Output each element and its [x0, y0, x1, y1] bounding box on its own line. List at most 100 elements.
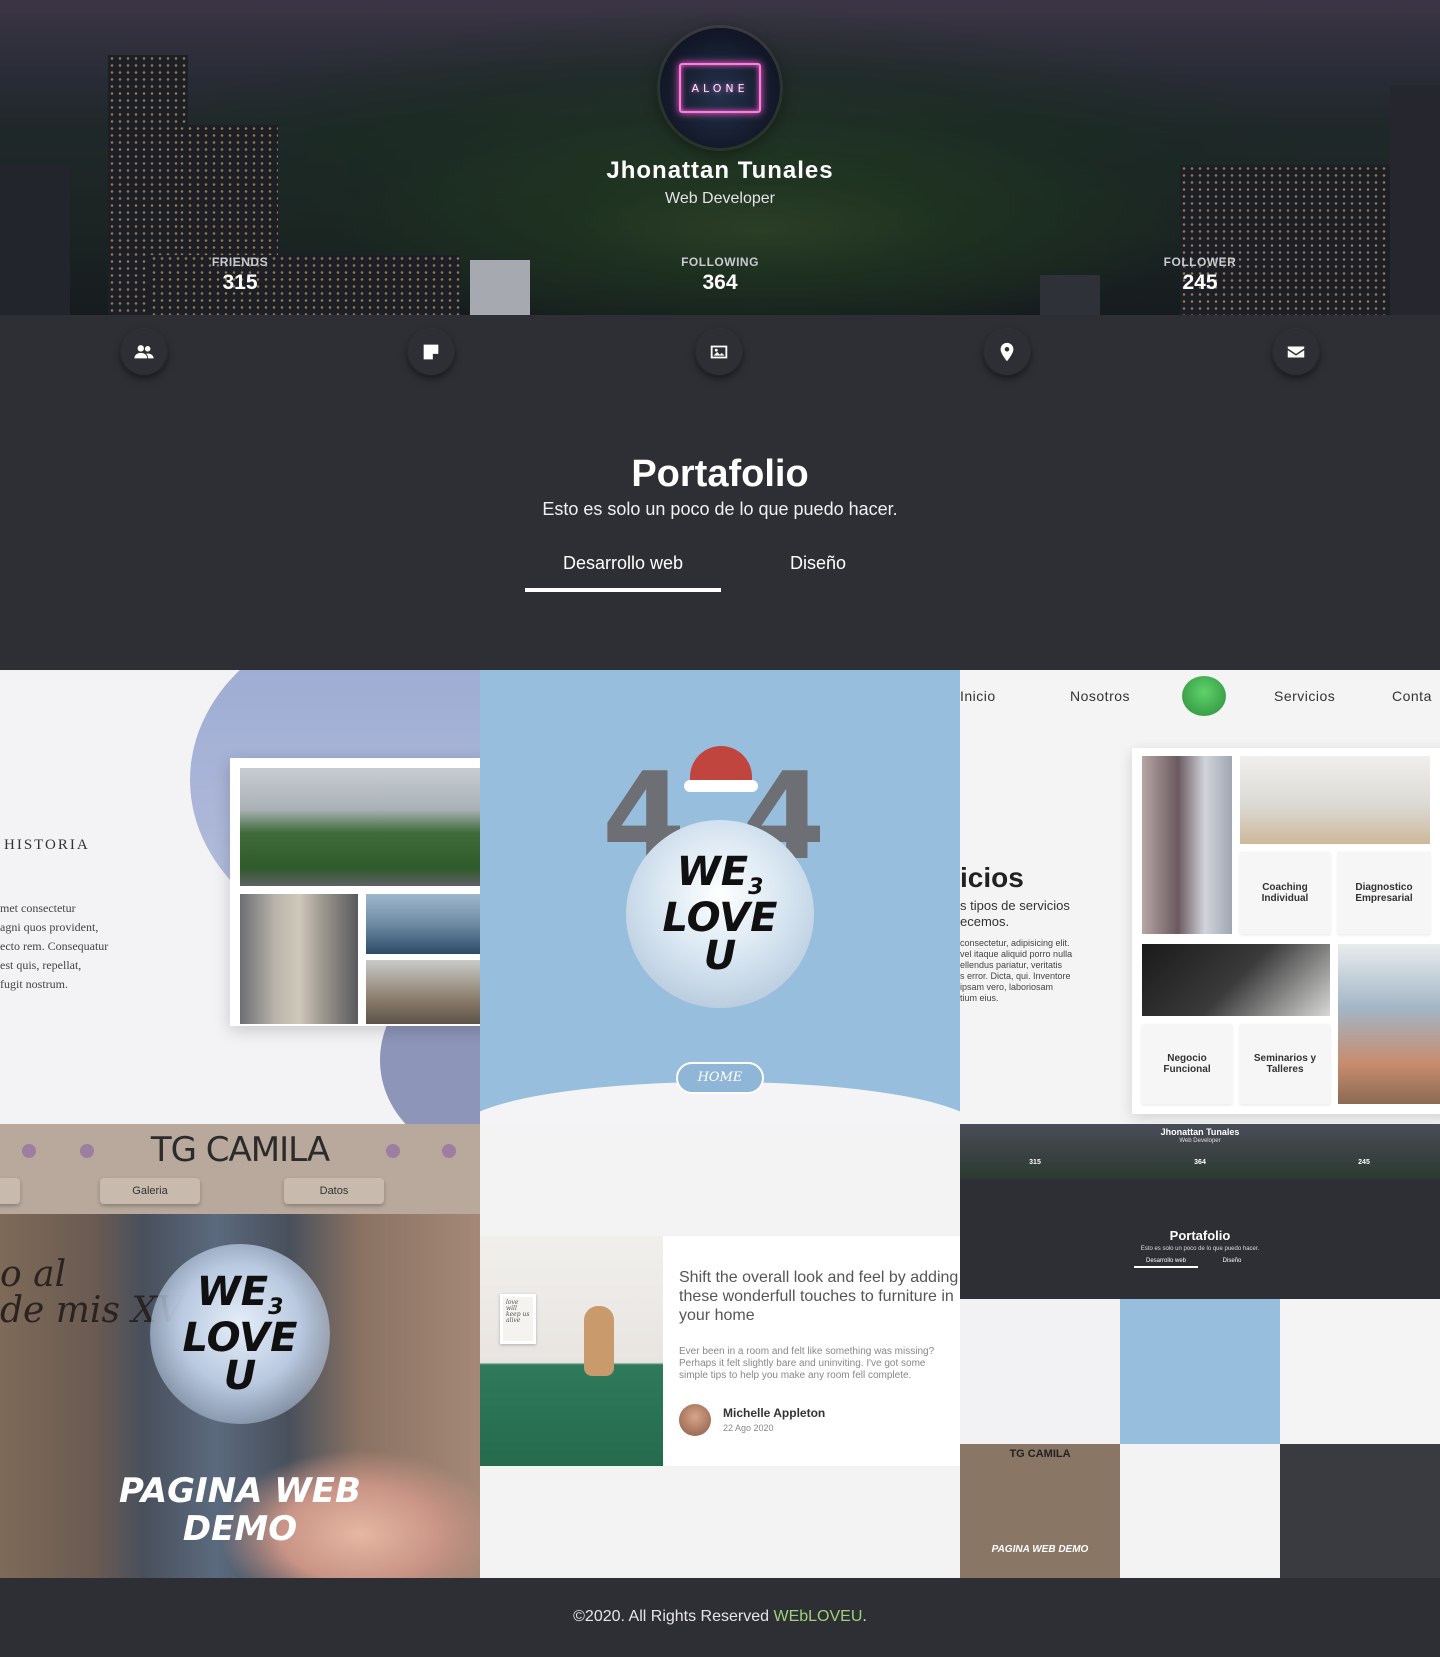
project-subtitle: s tipos de servicios ecemos.	[960, 898, 1070, 929]
camila-tab	[0, 1178, 20, 1204]
author-avatar	[679, 1404, 711, 1436]
logo-text: LOVE	[182, 1314, 298, 1361]
camila-tab-datos: Datos	[284, 1178, 384, 1204]
location-pin-icon	[1000, 342, 1014, 362]
nav-item: Servicios	[1274, 688, 1336, 704]
nav-item: Inicio	[960, 688, 996, 704]
vase	[584, 1306, 614, 1376]
users-button[interactable]	[121, 329, 167, 375]
stat-label: FOLLOWING	[681, 255, 759, 269]
mini-thumb	[1280, 1444, 1440, 1578]
photo-desk	[1142, 944, 1330, 1016]
home-button[interactable]: HOME	[676, 1062, 764, 1094]
photo-laptop	[1240, 756, 1430, 844]
project-text: consectetur, adipisicing elit. vel itaqu…	[960, 938, 1073, 1003]
mini-subtitle: Esto es solo un poco de lo que puedo hac…	[1140, 1246, 1260, 1252]
blog-card: Shift the overall look and feel by addin…	[663, 1236, 960, 1466]
photo-skyline	[366, 894, 480, 954]
love-frame: love will keep us alive	[500, 1294, 536, 1344]
portfolio-subtitle: Esto es solo un poco de lo que puedo hac…	[542, 499, 898, 519]
photo-central-park	[240, 768, 480, 886]
camila-script-text: o al	[0, 1254, 67, 1295]
stat-value: 315	[222, 271, 258, 294]
mini-thumb	[1120, 1299, 1280, 1444]
mini-thumb-demo: PAGINA WEB DEMO	[991, 1544, 1089, 1555]
nav-item: Conta	[1392, 688, 1432, 704]
photo-woman-computer	[1142, 756, 1232, 934]
photo-team	[1338, 944, 1440, 1104]
welove-logo: WE3 LOVE U	[626, 820, 814, 1008]
service-tile: Negocio Funcional	[1142, 1024, 1232, 1104]
service-tile: Coaching Individual	[1240, 852, 1330, 934]
project-furniture-blog[interactable]: love will keep us alive Shift the overal…	[480, 1124, 960, 1578]
mini-thumb	[1120, 1444, 1280, 1578]
project-portfolio-preview[interactable]: Jhonattan Tunales Web Developer 315 364 …	[960, 1124, 1440, 1578]
profile-name: Jhonattan Tunales	[606, 157, 834, 184]
project-404-page[interactable]: 4 4 WE3 LOVE U HOME	[480, 670, 960, 1124]
camila-header: TG CAMILA Galeria Datos	[0, 1124, 480, 1214]
mini-tab: Desarrollo web	[1134, 1258, 1198, 1268]
stat-label: FOLLOWER	[1163, 255, 1237, 269]
logo-text: U	[703, 932, 737, 979]
mini-stat: 245	[1358, 1159, 1370, 1166]
frame-text: love will keep us alive	[506, 1299, 530, 1324]
notes-button[interactable]	[408, 329, 454, 375]
image-icon	[710, 345, 728, 359]
portfolio-grid: HISTORIA met consectetur agni quos provi…	[0, 670, 1440, 1578]
logo-text: WE	[676, 849, 749, 896]
photo-bridge	[366, 960, 480, 1024]
nav-item: Nosotros	[1070, 688, 1131, 704]
mini-stat: 315	[1029, 1159, 1041, 1166]
leaf-logo-icon	[1182, 676, 1226, 716]
stat-follower: FOLLOWER 245	[1120, 255, 1280, 295]
camila-demo-title: PAGINA WEB DEMO	[119, 1471, 361, 1549]
stat-value: 364	[702, 271, 738, 294]
avatar-neon-sign: ALONE	[679, 63, 761, 113]
contact-button[interactable]	[1273, 329, 1319, 375]
footer-end: .	[862, 1608, 867, 1625]
gallery-button[interactable]	[696, 329, 742, 375]
furniture-photo	[480, 1236, 663, 1466]
logo-text: WE	[196, 1269, 269, 1316]
logo-text: LOVE	[662, 894, 778, 941]
mini-thumb	[1280, 1299, 1440, 1444]
mini-thumb	[960, 1299, 1120, 1444]
profile-header: ALONE Jhonattan Tunales Web Developer FR…	[0, 0, 1440, 315]
stat-friends: FRIENDS 315	[160, 255, 320, 295]
footer: ©2020. All Rights Reserved WEbLOVEU.	[0, 1608, 1440, 1626]
service-tile: Diagnostico Empresarial	[1338, 852, 1430, 934]
welove-logo: WE3 LOVE U	[150, 1244, 330, 1424]
project-heading: HISTORIA	[4, 837, 90, 853]
project-heading: icios	[960, 862, 1024, 893]
camila-tab-galeria: Galeria	[100, 1178, 200, 1204]
project-text: met consectetur agni quos provident, ect…	[0, 901, 109, 991]
logo-text: U	[223, 1352, 257, 1399]
mini-thumb-brand: TG CAMILA	[1009, 1448, 1071, 1460]
service-tile: Seminarios y Talleres	[1240, 1024, 1330, 1104]
tab-diseno[interactable]: Diseño	[720, 553, 916, 588]
project-historia[interactable]: HISTORIA met consectetur agni quos provi…	[0, 670, 480, 1124]
project-camila[interactable]: TG CAMILA Galeria Datos o al de mis XV W…	[0, 1124, 480, 1578]
mini-role: Web Developer	[1179, 1138, 1221, 1144]
mini-thumb	[960, 1444, 1120, 1578]
mini-name: Jhonattan Tunales	[1160, 1127, 1240, 1137]
project-servicios[interactable]: Inicio Nosotros Servicios Conta icios s …	[960, 670, 1440, 1124]
location-button[interactable]	[984, 329, 1030, 375]
photo-street	[240, 894, 358, 1024]
stat-value: 245	[1182, 271, 1218, 294]
profile-icon-bar	[0, 315, 1440, 385]
photo-collage	[230, 758, 480, 1026]
services-panel: Coaching Individual Diagnostico Empresar…	[1132, 748, 1440, 1114]
mini-title: Portafolio	[1169, 1228, 1231, 1243]
note-icon	[423, 344, 439, 360]
footer-brand-link[interactable]: WEbLOVEU	[773, 1608, 862, 1625]
avatar[interactable]: ALONE	[660, 28, 780, 148]
stat-label: FRIENDS	[211, 255, 269, 269]
profile-role: Web Developer	[665, 190, 775, 207]
users-icon	[134, 345, 154, 359]
post-date: 22 Ago 2020	[723, 1423, 774, 1433]
stat-following: FOLLOWING 364	[640, 255, 800, 295]
tab-desarrollo-web[interactable]: Desarrollo web	[525, 553, 721, 592]
blog-title: Shift the overall look and feel by addin…	[679, 1269, 959, 1324]
camila-brand: TG CAMILA	[150, 1130, 330, 1170]
